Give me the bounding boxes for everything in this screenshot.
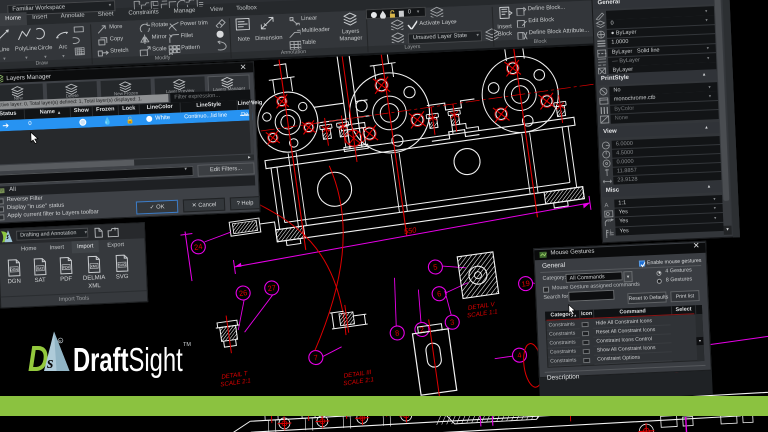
svg-text:R: R <box>59 339 62 343</box>
svg-text:TM: TM <box>183 342 191 348</box>
svg-text:DraftSight: DraftSight <box>73 342 183 379</box>
svg-text:s: s <box>46 353 53 372</box>
svg-text:D: D <box>28 339 48 379</box>
